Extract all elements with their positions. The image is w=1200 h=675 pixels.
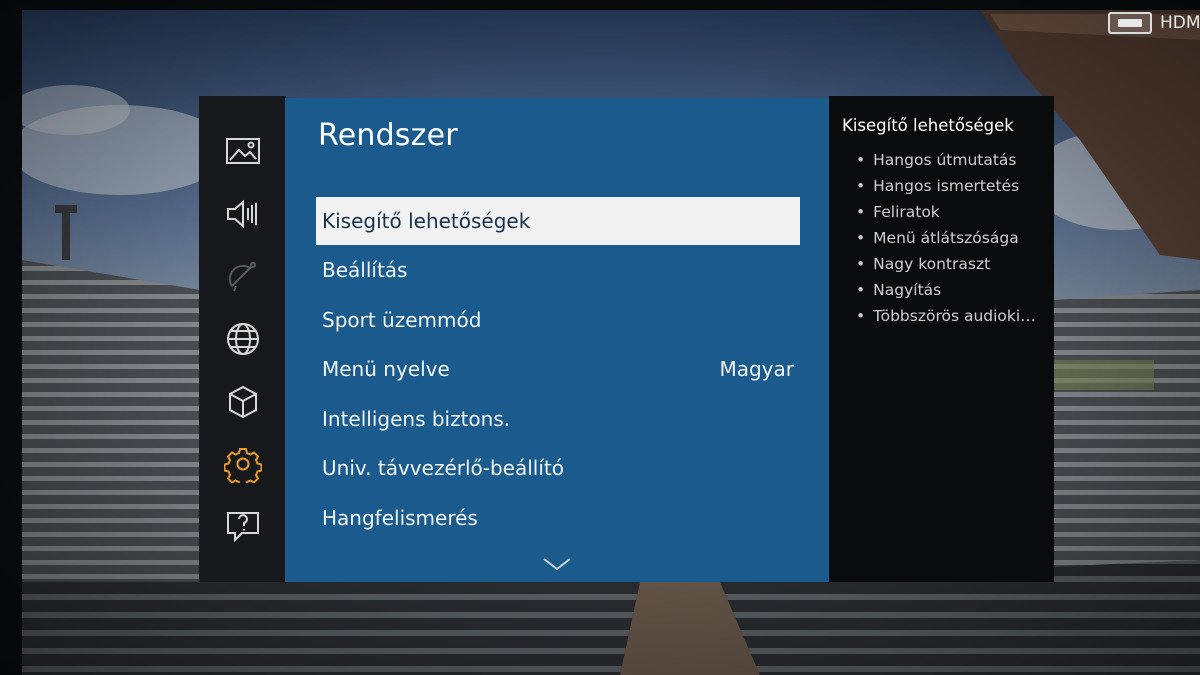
menu-item-universal-remote[interactable]: Univ. távvezérlő-beállító	[316, 444, 800, 492]
category-icon-bar	[199, 96, 286, 582]
submenu-item: Nagyítás	[856, 277, 1046, 303]
menu-language-value: Magyar	[719, 357, 794, 381]
broadcast-icon	[199, 250, 286, 300]
submenu-item: Hangos útmutatás	[856, 147, 1046, 173]
menu-item-accessibility[interactable]: Kisegítő lehetőségek	[316, 197, 800, 245]
menu-item-label: Menü nyelve	[322, 357, 450, 381]
submenu-preview-panel: Kisegítő lehetőségek Hangos útmutatás Ha…	[829, 96, 1054, 582]
submenu-item: Feliratok	[856, 199, 1046, 225]
network-icon[interactable]	[199, 314, 286, 364]
submenu-item: Többszörös audiokim...	[856, 303, 1046, 329]
support-icon[interactable]	[199, 501, 286, 551]
submenu-item: Hangos ismertetés	[856, 173, 1046, 199]
smart-hub-icon[interactable]	[199, 377, 286, 427]
submenu-heading: Kisegítő lehetőségek	[842, 116, 1014, 135]
sound-icon[interactable]	[199, 189, 286, 239]
menu-item-label: Sport üzemmód	[322, 308, 482, 332]
menu-item-menu-language[interactable]: Menü nyelve Magyar	[316, 345, 800, 393]
picture-icon[interactable]	[199, 126, 286, 176]
menu-item-sport-mode[interactable]: Sport üzemmód	[316, 296, 800, 344]
menu-item-smart-security[interactable]: Intelligens biztons.	[316, 395, 800, 443]
submenu-list: Hangos útmutatás Hangos ismertetés Felir…	[856, 147, 1046, 329]
submenu-item: Menü átlátszósága	[856, 225, 1046, 251]
chevron-down-icon[interactable]	[542, 556, 572, 572]
source-label: HDMI	[1160, 13, 1200, 33]
system-gear-icon[interactable]	[199, 439, 286, 489]
submenu-item: Nagy kontraszt	[856, 251, 1046, 277]
system-menu-panel: Rendszer Kisegítő lehetőségek Beállítás …	[285, 98, 831, 582]
panel-title: Rendszer	[318, 118, 458, 153]
menu-item-label: Intelligens biztons.	[322, 407, 511, 431]
menu-item-voice-recognition[interactable]: Hangfelismerés	[316, 494, 800, 542]
menu-item-label: Beállítás	[322, 258, 408, 282]
menu-item-label: Kisegítő lehetőségek	[322, 209, 531, 233]
menu-item-label: Univ. távvezérlő-beállító	[322, 456, 564, 480]
menu-item-setup[interactable]: Beállítás	[316, 246, 800, 294]
menu-item-label: Hangfelismerés	[322, 506, 478, 530]
source-indicator: HDMI	[1108, 10, 1200, 36]
hdmi-icon	[1108, 12, 1152, 34]
